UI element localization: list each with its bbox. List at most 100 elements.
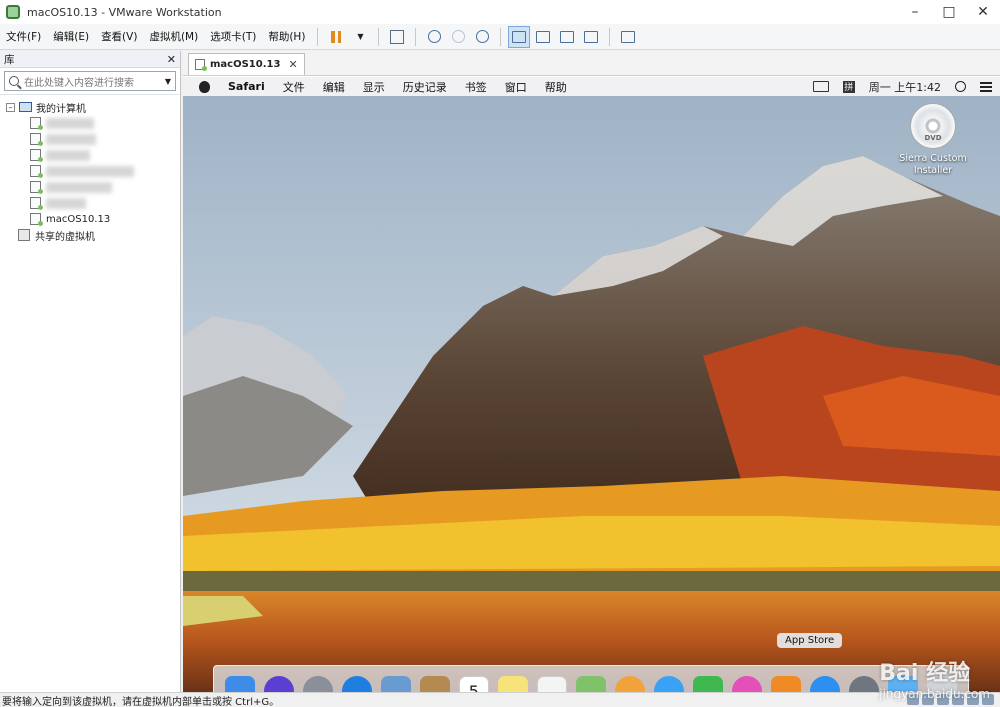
- show-library-button[interactable]: [508, 25, 531, 48]
- tree-root-my-computer[interactable]: – 我的计算机: [6, 99, 180, 115]
- tab-close-icon[interactable]: ✕: [288, 58, 297, 71]
- vm-icon: [30, 181, 43, 194]
- dvd-label: Sierra Custom Installer: [899, 153, 967, 176]
- mac-clock[interactable]: 周一 上午1:42: [869, 79, 941, 95]
- calendar-icon[interactable]: 5: [458, 676, 489, 693]
- contacts-icon[interactable]: [419, 676, 450, 692]
- status-text: 要将输入定向到该虚拟机，请在虚拟机内部单击或按 Ctrl+G。: [2, 696, 280, 707]
- mac-menu-file[interactable]: 文件: [283, 79, 305, 95]
- vm-icon: [30, 133, 43, 146]
- tree-vm-item[interactable]: [6, 131, 180, 147]
- tree-vm-item[interactable]: [6, 147, 180, 163]
- airplay-icon[interactable]: [812, 81, 829, 92]
- redacted-label: [46, 133, 96, 145]
- siri-icon[interactable]: [263, 676, 294, 692]
- snapshot-icon: [427, 30, 441, 43]
- tree-vm-selected[interactable]: macOS10.13: [6, 211, 180, 227]
- mac-menu-app[interactable]: Safari: [228, 80, 265, 93]
- vm-icon: [30, 197, 43, 210]
- reminders-icon[interactable]: [536, 676, 567, 692]
- library-title: 库: [4, 53, 15, 66]
- vm-console[interactable]: Safari 文件 编辑 显示 历史记录 书签 窗口 帮助 拼 周一 上午1:4…: [183, 77, 1000, 692]
- menu-vm[interactable]: 虚拟机(M): [143, 24, 204, 50]
- dvd-icon: DVD: [910, 103, 956, 149]
- spotlight-icon[interactable]: [955, 81, 966, 92]
- mac-menu-edit[interactable]: 编辑: [323, 79, 345, 95]
- finder-icon[interactable]: [224, 676, 255, 692]
- redacted-label: [46, 181, 112, 193]
- window-controls: – □ ✕: [898, 0, 1000, 24]
- maximize-button[interactable]: □: [932, 0, 966, 24]
- library-header: 库 ✕: [0, 51, 180, 68]
- menu-view[interactable]: 查看(V): [95, 24, 143, 50]
- menu-toolbar: 文件(F) 编辑(E) 查看(V) 虚拟机(M) 选项卡(T) 帮助(H) ▼: [0, 24, 1000, 50]
- maps-icon[interactable]: [575, 676, 606, 692]
- mac-status-area: 拼 周一 上午1:42: [812, 77, 992, 96]
- mac-menu-window[interactable]: 窗口: [505, 79, 527, 95]
- thumbnail-icon: [536, 30, 551, 43]
- input-method-icon[interactable]: 拼: [842, 80, 855, 93]
- watermark-url: jingyan.baidu.com: [879, 687, 990, 701]
- watermark-text: Bai 经验: [879, 661, 971, 686]
- search-dropdown-icon[interactable]: ▼: [165, 77, 171, 86]
- status-bar: 要将输入定向到该虚拟机，请在虚拟机内部单击或按 Ctrl+G。: [0, 692, 1000, 707]
- mac-menu-view[interactable]: 显示: [363, 79, 385, 95]
- launchpad-icon[interactable]: [302, 676, 333, 692]
- close-library-icon[interactable]: ✕: [167, 53, 176, 66]
- revert-snapshot-button[interactable]: [447, 26, 469, 48]
- tree-vm-item[interactable]: [6, 163, 180, 179]
- ibooks-icon[interactable]: [771, 676, 802, 692]
- library-panel: 库 ✕ 在此处键入内容进行搜索 ▼ – 我的计算机 macOS10.13 共享的…: [0, 51, 181, 692]
- suspend-button[interactable]: [325, 26, 347, 48]
- snapshot-manager-button[interactable]: [471, 26, 493, 48]
- baidu-watermark: Bai 经验 jingyan.baidu.com: [879, 655, 990, 701]
- desktop-wallpaper: [183, 96, 1000, 692]
- vm-icon: [30, 117, 43, 130]
- calendar-day: 5: [468, 681, 479, 693]
- app-store-icon[interactable]: [810, 676, 841, 692]
- messages-icon[interactable]: [654, 676, 685, 692]
- menu-file[interactable]: 文件(F): [0, 24, 47, 50]
- snapshot-button[interactable]: [423, 26, 445, 48]
- power-dropdown-button[interactable]: ▼: [349, 26, 371, 48]
- redacted-label: [46, 117, 94, 129]
- photos-icon[interactable]: [614, 676, 645, 692]
- dvd-text: DVD: [924, 134, 942, 142]
- close-button[interactable]: ✕: [966, 0, 1000, 24]
- mac-menu-help[interactable]: 帮助: [545, 79, 567, 95]
- title-bar: macOS10.13 - VMware Workstation – □ ✕: [0, 0, 1000, 24]
- menu-edit[interactable]: 编辑(E): [47, 24, 95, 50]
- collapse-icon[interactable]: –: [6, 102, 15, 112]
- menu-help[interactable]: 帮助(H): [262, 24, 311, 50]
- unity-button[interactable]: [580, 26, 602, 48]
- send-ctrl-alt-del-button[interactable]: [386, 26, 408, 48]
- menu-tabs[interactable]: 选项卡(T): [204, 24, 262, 50]
- pause-icon: [331, 30, 342, 43]
- network-icon: [390, 29, 405, 44]
- notification-center-icon[interactable]: [980, 81, 992, 92]
- mac-menu-history[interactable]: 历史记录: [403, 79, 447, 95]
- vmware-app-icon: [6, 5, 20, 19]
- tree-vm-item[interactable]: [6, 195, 180, 211]
- desktop-dvd-item[interactable]: DVD Sierra Custom Installer: [888, 103, 978, 177]
- vm-workspace: macOS10.13 ✕ Safari 文件 编辑 显示 历史记录 书签 窗口 …: [183, 51, 1000, 692]
- system-preferences-icon[interactable]: [849, 676, 880, 692]
- apple-icon[interactable]: [199, 80, 210, 93]
- tree-vm-item[interactable]: [6, 115, 180, 131]
- safari-icon[interactable]: [341, 676, 372, 692]
- mac-menu-bookmarks[interactable]: 书签: [465, 79, 487, 95]
- library-search-input[interactable]: 在此处键入内容进行搜索 ▼: [4, 71, 176, 91]
- console-view-button[interactable]: [617, 26, 639, 48]
- notes-icon[interactable]: [497, 676, 528, 692]
- vm-icon: [195, 59, 207, 71]
- full-screen-button[interactable]: [556, 26, 578, 48]
- minimize-button[interactable]: –: [898, 0, 932, 24]
- facetime-icon[interactable]: [693, 676, 724, 692]
- tree-vm-item[interactable]: [6, 179, 180, 195]
- tab-macos[interactable]: macOS10.13 ✕: [188, 53, 305, 75]
- mail-icon[interactable]: [380, 676, 411, 692]
- unity-icon: [584, 30, 599, 43]
- tree-shared-vms[interactable]: 共享的虚拟机: [6, 227, 180, 243]
- thumbnail-bar-button[interactable]: [532, 26, 554, 48]
- itunes-icon[interactable]: [732, 676, 763, 692]
